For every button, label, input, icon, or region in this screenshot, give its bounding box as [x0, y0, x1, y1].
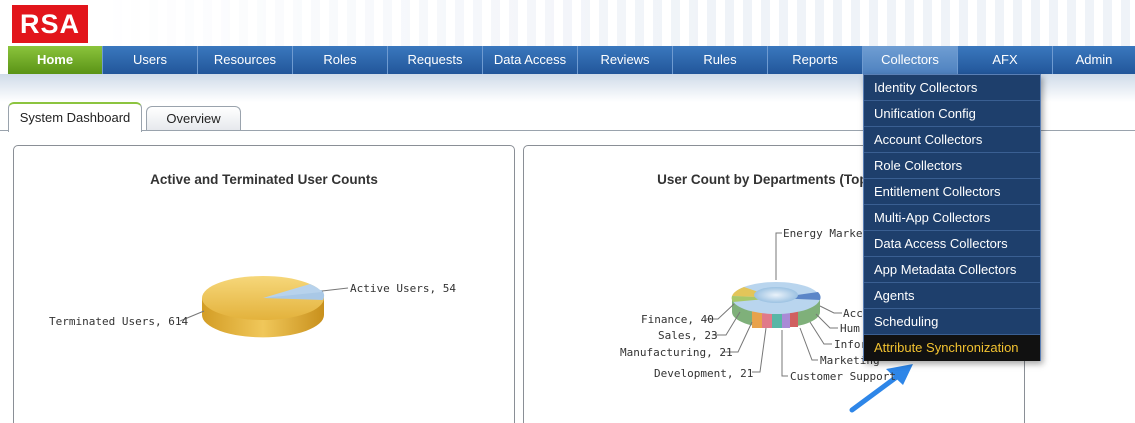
label-active-users: Active Users, 54 — [350, 282, 456, 295]
tab-system-dashboard[interactable]: System Dashboard — [8, 102, 142, 132]
leader-development — [752, 327, 767, 373]
label-manufacturing: Manufacturing, 21 — [620, 346, 733, 359]
menu-identity-collectors[interactable]: Identity Collectors — [864, 75, 1040, 101]
menu-account-collectors[interactable]: Account Collectors — [864, 127, 1040, 153]
menu-multi-app-collectors[interactable]: Multi-App Collectors — [864, 205, 1040, 231]
pie-active-terminated[interactable] — [202, 276, 325, 338]
donut-hole — [754, 287, 798, 303]
label-finance: Finance, 40 — [641, 313, 714, 326]
label-sales: Sales, 23 — [658, 329, 718, 342]
label-hum: Hum — [840, 322, 860, 335]
menu-entitlement-collectors[interactable]: Entitlement Collectors — [864, 179, 1040, 205]
label-customer-support: Customer Support — [790, 370, 896, 383]
menu-scheduling[interactable]: Scheduling — [864, 309, 1040, 335]
leader-energy-marketing — [775, 232, 782, 280]
menu-agents[interactable]: Agents — [864, 283, 1040, 309]
leader-marketing — [799, 327, 818, 361]
menu-app-metadata-collectors[interactable]: App Metadata Collectors — [864, 257, 1040, 283]
label-terminated-users: Terminated Users, 614 — [49, 315, 189, 328]
menu-data-access-collectors[interactable]: Data Access Collectors — [864, 231, 1040, 257]
leader-active — [321, 287, 349, 292]
collectors-dropdown: Identity Collectors Unification Config A… — [863, 74, 1041, 361]
leader-infor — [809, 321, 832, 345]
leader-customer-support — [781, 330, 788, 377]
menu-role-collectors[interactable]: Role Collectors — [864, 153, 1040, 179]
leader-hum — [815, 313, 838, 329]
menu-unification-config[interactable]: Unification Config — [864, 101, 1040, 127]
donut-departments[interactable] — [731, 282, 821, 328]
leader-acco — [819, 305, 842, 314]
label-development: Development, 21 — [654, 367, 754, 380]
menu-attribute-synchronization[interactable]: Attribute Synchronization — [864, 335, 1040, 361]
